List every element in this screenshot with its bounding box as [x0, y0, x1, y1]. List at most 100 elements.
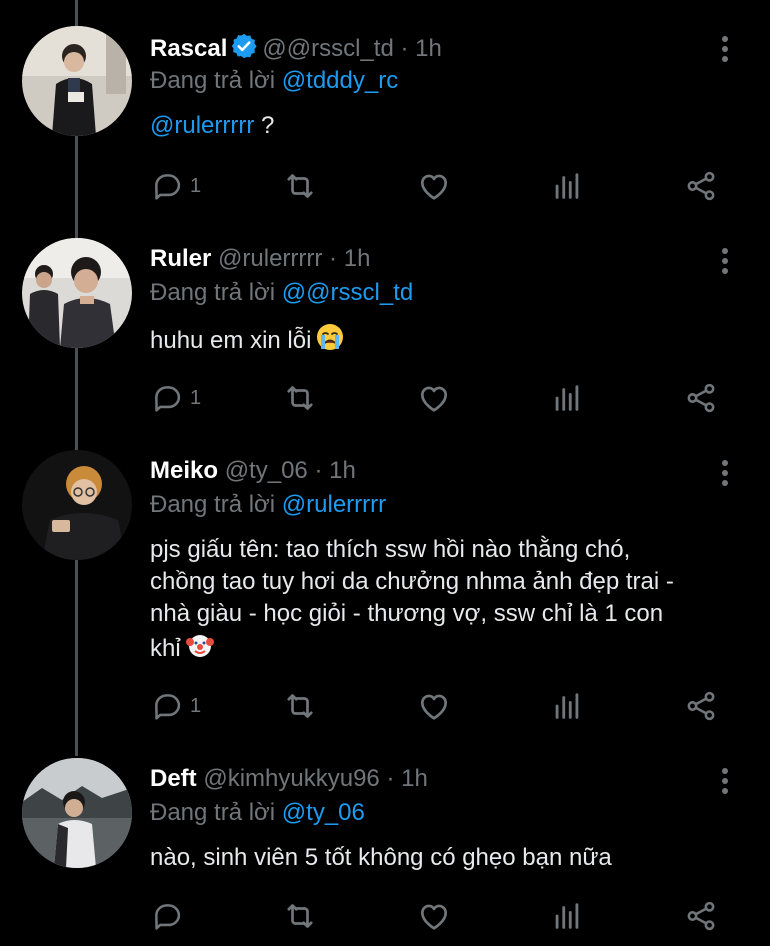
- replying-to: Đang trả lời @ty_06: [150, 798, 365, 828]
- timestamp[interactable]: 1h: [344, 245, 371, 272]
- user-handle[interactable]: @ty_06: [225, 457, 308, 484]
- more-options-icon[interactable]: [712, 244, 738, 278]
- display-name[interactable]: Meiko: [150, 457, 218, 484]
- timestamp[interactable]: 1h: [415, 35, 442, 62]
- reply-to-mention[interactable]: @ty_06: [282, 799, 365, 826]
- reply-to-mention[interactable]: @tdddy_rc: [282, 67, 398, 94]
- display-name[interactable]: Deft: [150, 765, 197, 792]
- tweet-text: huhu em xin lỗi: [150, 322, 750, 361]
- share-icon: [684, 381, 718, 415]
- tweet-text-line: pjs giấu tên: tao thích ssw hồi nào thằn…: [150, 536, 631, 563]
- analytics-button[interactable]: [550, 686, 584, 726]
- heart-icon: [416, 898, 452, 934]
- replying-to: Đang trả lời @@rsscl_td: [150, 278, 413, 308]
- retweet-button[interactable]: [282, 166, 318, 206]
- tweet-text-last-line: khỉ: [150, 630, 750, 669]
- replying-to-label: Đang trả lời: [150, 491, 276, 518]
- retweet-icon: [282, 898, 318, 934]
- separator-dot: ·: [400, 35, 409, 62]
- more-options-icon[interactable]: [712, 456, 738, 490]
- separator-dot: ·: [314, 457, 323, 484]
- display-name[interactable]: Rascal: [150, 35, 227, 62]
- clown-face-icon: [185, 630, 215, 669]
- avatar[interactable]: [22, 450, 132, 560]
- analytics-icon: [550, 899, 584, 933]
- tweet-actions: [0, 896, 770, 936]
- reply-icon: [150, 899, 184, 933]
- heart-icon: [416, 380, 452, 416]
- avatar[interactable]: [22, 26, 132, 136]
- tweet-text-body: nào, sinh viên 5 tốt không có ghẹo bạn n…: [150, 844, 612, 871]
- reply-to-mention[interactable]: @@rsscl_td: [282, 279, 413, 306]
- replying-to: Đang trả lời @rulerrrrr: [150, 490, 386, 520]
- analytics-icon: [550, 381, 584, 415]
- more-options-icon[interactable]: [712, 764, 738, 798]
- share-button[interactable]: [684, 896, 718, 936]
- share-icon: [684, 899, 718, 933]
- share-button[interactable]: [684, 166, 718, 206]
- text-mention[interactable]: @rulerrrrr: [150, 112, 254, 139]
- analytics-icon: [550, 689, 584, 723]
- tweet-header: Deft @kimhyukkyu96 · 1h: [150, 764, 428, 794]
- tweet-text: nào, sinh viên 5 tốt không có ghẹo bạn n…: [150, 842, 750, 874]
- timestamp[interactable]: 1h: [329, 457, 356, 484]
- avatar[interactable]: [22, 758, 132, 868]
- thread-line-top: [75, 0, 78, 26]
- reply-count: 1: [190, 174, 202, 197]
- share-button[interactable]: [684, 686, 718, 726]
- replying-to-label: Đang trả lời: [150, 799, 276, 826]
- thread-line: [75, 560, 78, 756]
- analytics-button[interactable]: [550, 896, 584, 936]
- display-name[interactable]: Ruler: [150, 245, 211, 272]
- heart-icon: [416, 688, 452, 724]
- share-icon: [684, 689, 718, 723]
- reply-icon: [150, 169, 184, 203]
- tweet-text-line: nhà giàu - học giỏi - thương vợ, ssw chỉ…: [150, 600, 664, 627]
- like-button[interactable]: [416, 686, 452, 726]
- verified-badge-icon: [230, 32, 258, 68]
- retweet-icon: [282, 168, 318, 204]
- reply-button[interactable]: 1: [150, 378, 201, 418]
- user-handle[interactable]: @kimhyukkyu96: [203, 765, 379, 792]
- like-button[interactable]: [416, 378, 452, 418]
- separator-dot: ·: [386, 765, 395, 792]
- reply-button[interactable]: 1: [150, 686, 201, 726]
- separator-dot: ·: [329, 245, 338, 272]
- timestamp[interactable]: 1h: [401, 765, 428, 792]
- reply-count: 1: [190, 386, 202, 409]
- reply-icon: [150, 381, 184, 415]
- tweet-text-line: chồng tao tuy hơi da chưởng nhma ảnh đẹp…: [150, 568, 674, 595]
- tweet-header: Meiko @ty_06 · 1h: [150, 456, 356, 486]
- tweet-text: pjs giấu tên: tao thích ssw hồi nào thằn…: [150, 534, 750, 669]
- retweet-icon: [282, 688, 318, 724]
- share-icon: [684, 169, 718, 203]
- reply-to-mention[interactable]: @rulerrrrr: [282, 491, 386, 518]
- tweet-text-body: ?: [261, 112, 275, 139]
- user-handle[interactable]: @@rsscl_td: [262, 35, 393, 62]
- reply-button[interactable]: 1: [150, 166, 201, 206]
- reply-count: 1: [190, 694, 202, 717]
- replying-to-label: Đang trả lời: [150, 67, 276, 94]
- tweet-text-line: khỉ: [150, 635, 181, 662]
- like-button[interactable]: [416, 166, 452, 206]
- analytics-button[interactable]: [550, 378, 584, 418]
- tweet-text: @rulerrrrr ?: [150, 110, 750, 142]
- user-handle[interactable]: @rulerrrrr: [218, 245, 322, 272]
- retweet-button[interactable]: [282, 896, 318, 936]
- avatar[interactable]: [22, 238, 132, 348]
- tweet-header: Ruler @rulerrrrr · 1h: [150, 244, 370, 274]
- share-button[interactable]: [684, 378, 718, 418]
- analytics-button[interactable]: [550, 166, 584, 206]
- retweet-icon: [282, 380, 318, 416]
- reply-button[interactable]: [150, 896, 190, 936]
- retweet-button[interactable]: [282, 378, 318, 418]
- analytics-icon: [550, 169, 584, 203]
- tweet-actions: 1: [0, 166, 770, 206]
- tweet-actions: 1: [0, 686, 770, 726]
- heart-icon: [416, 168, 452, 204]
- retweet-button[interactable]: [282, 686, 318, 726]
- like-button[interactable]: [416, 896, 452, 936]
- tweet-actions: 1: [0, 378, 770, 418]
- more-options-icon[interactable]: [712, 32, 738, 66]
- crying-face-icon: [315, 322, 345, 361]
